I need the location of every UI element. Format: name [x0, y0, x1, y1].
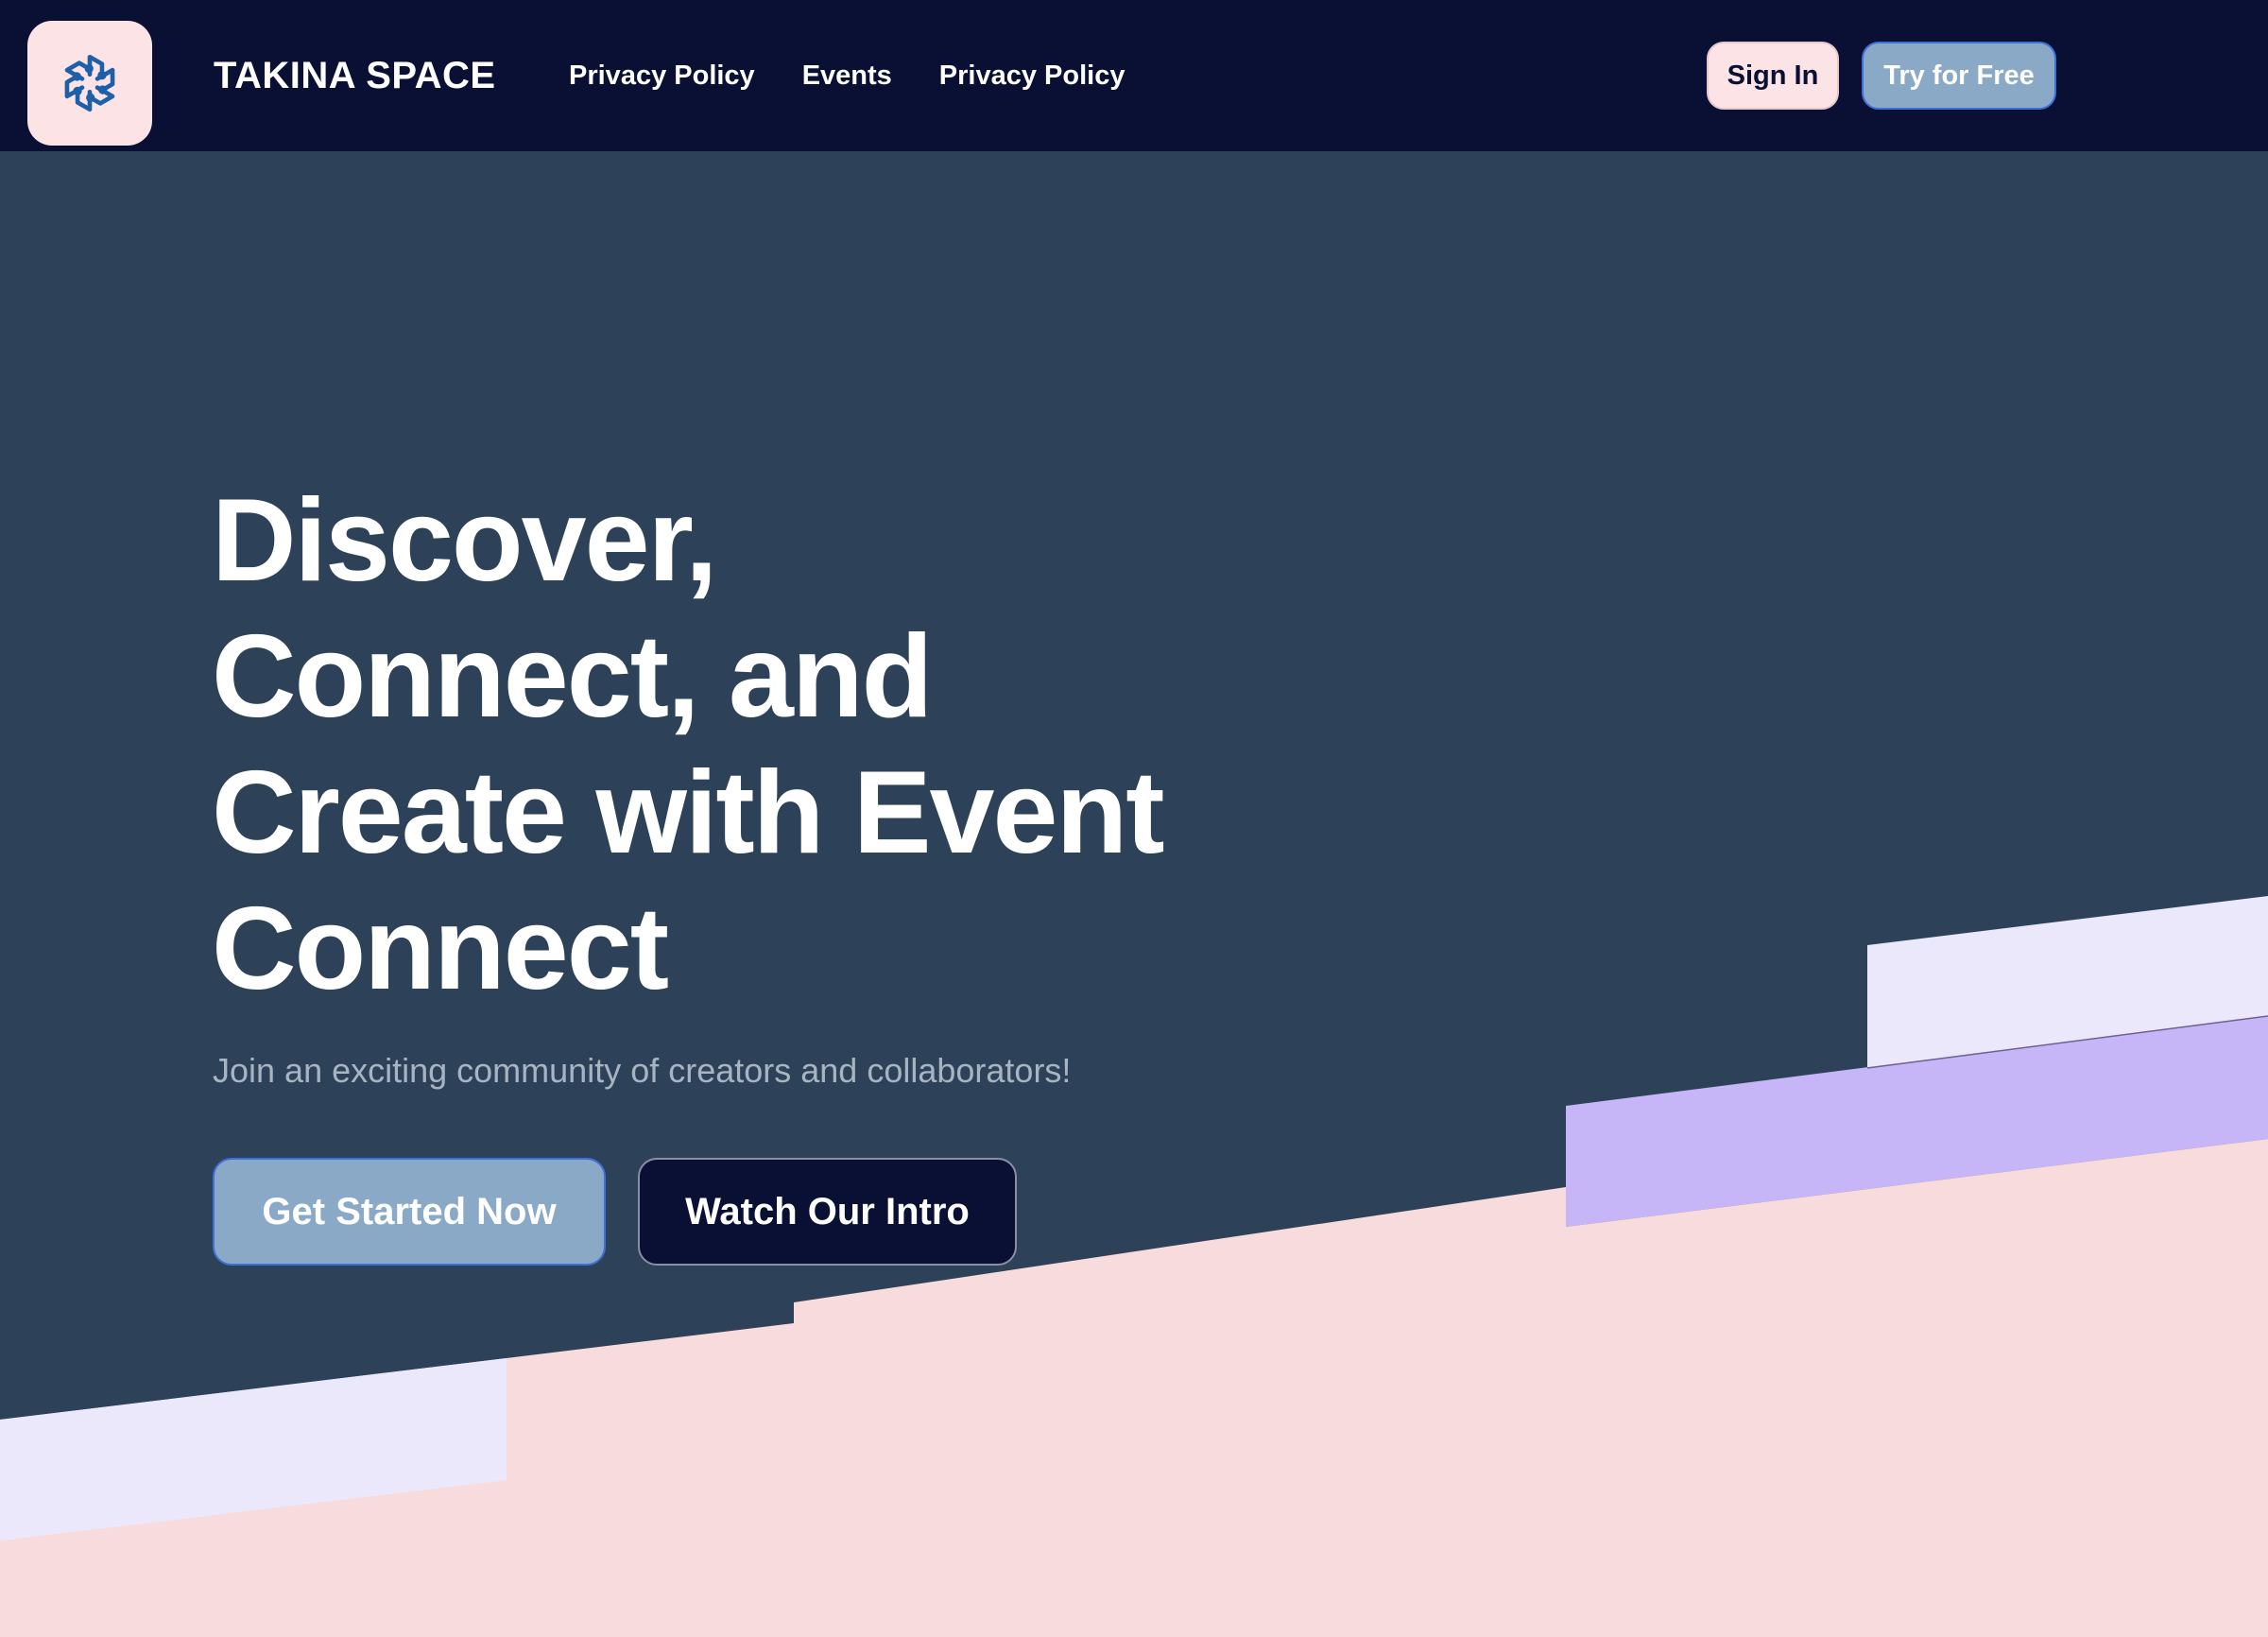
sign-in-button[interactable]: Sign In — [1707, 42, 1839, 110]
nav-link-events[interactable]: Events — [802, 53, 892, 98]
brand-name[interactable]: TAKINA SPACE — [214, 49, 496, 102]
main-nav: Privacy Policy Events Privacy Policy — [569, 53, 1125, 98]
logo[interactable] — [27, 21, 152, 146]
hexagonal-swirl-logo-icon — [64, 54, 115, 112]
hero-title: Discover, Connect, and Create with Event… — [212, 473, 1251, 1017]
hero-subtitle: Join an exciting community of creators a… — [213, 1051, 1072, 1090]
nav-link-privacy-policy-2[interactable]: Privacy Policy — [939, 53, 1125, 98]
watch-intro-button[interactable]: Watch Our Intro — [638, 1158, 1017, 1266]
hero-title-line: Discover, — [212, 475, 717, 606]
hero-title-line: Connect, and — [212, 612, 933, 742]
hero-title-line: Connect — [212, 884, 669, 1014]
top-navigation-bar: TAKINA SPACE Privacy Policy Events Priva… — [0, 0, 2268, 151]
hero-title-line: Create with Event — [212, 748, 1165, 878]
get-started-button[interactable]: Get Started Now — [213, 1158, 606, 1266]
nav-link-privacy-policy[interactable]: Privacy Policy — [569, 53, 755, 98]
try-for-free-button[interactable]: Try for Free — [1862, 42, 2056, 110]
